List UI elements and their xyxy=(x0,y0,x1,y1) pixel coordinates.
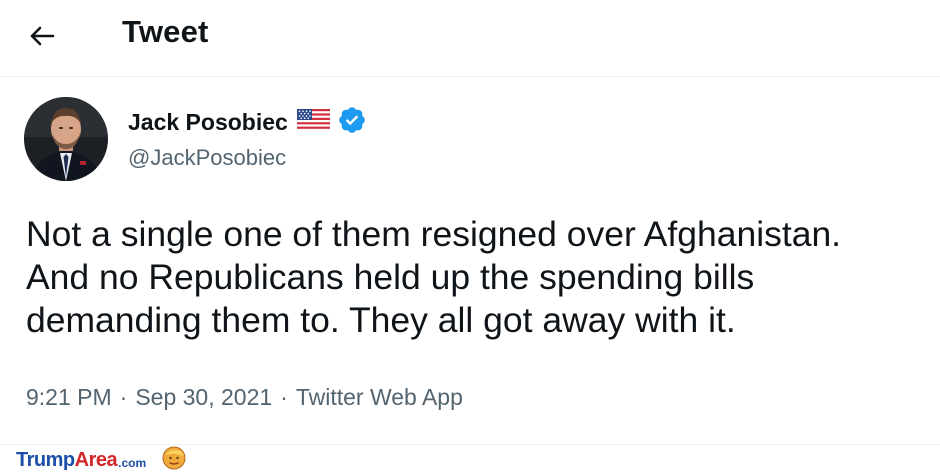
tweet-source[interactable]: Twitter Web App xyxy=(296,384,463,411)
watermark-brand-part2: Area xyxy=(74,448,118,471)
meta-separator: · xyxy=(280,384,288,410)
trump-face-icon xyxy=(162,446,186,473)
meta-separator: · xyxy=(119,384,128,410)
author-handle[interactable]: @JackPosobiec xyxy=(128,145,286,171)
watermark-logo: Trump Area .com xyxy=(16,446,186,473)
divider xyxy=(0,444,940,445)
us-flag-icon xyxy=(296,108,330,136)
author-row: Jack Posobiec xyxy=(128,106,367,136)
tweet-date[interactable]: Sep 30, 2021 xyxy=(135,384,272,411)
arrow-left-icon xyxy=(30,26,55,46)
tweet-meta: 9:21 PM · Sep 30, 2021 · Twitter Web App xyxy=(26,384,463,411)
back-button[interactable] xyxy=(22,18,62,54)
header-bar: Tweet xyxy=(0,0,940,77)
verified-badge-icon xyxy=(337,105,367,140)
tweet-text: Not a single one of them resigned over A… xyxy=(26,214,842,340)
page-title: Tweet xyxy=(122,14,209,49)
avatar[interactable] xyxy=(24,97,108,181)
tweet-time[interactable]: 9:21 PM xyxy=(26,384,112,411)
watermark-brand-part1: Trump xyxy=(16,448,75,471)
tweet-page: Tweet Jack Posobiec @JackPosobiec Not a … xyxy=(0,0,940,473)
author-name[interactable]: Jack Posobiec xyxy=(128,109,288,136)
watermark-brand-suffix: .com xyxy=(118,455,147,470)
